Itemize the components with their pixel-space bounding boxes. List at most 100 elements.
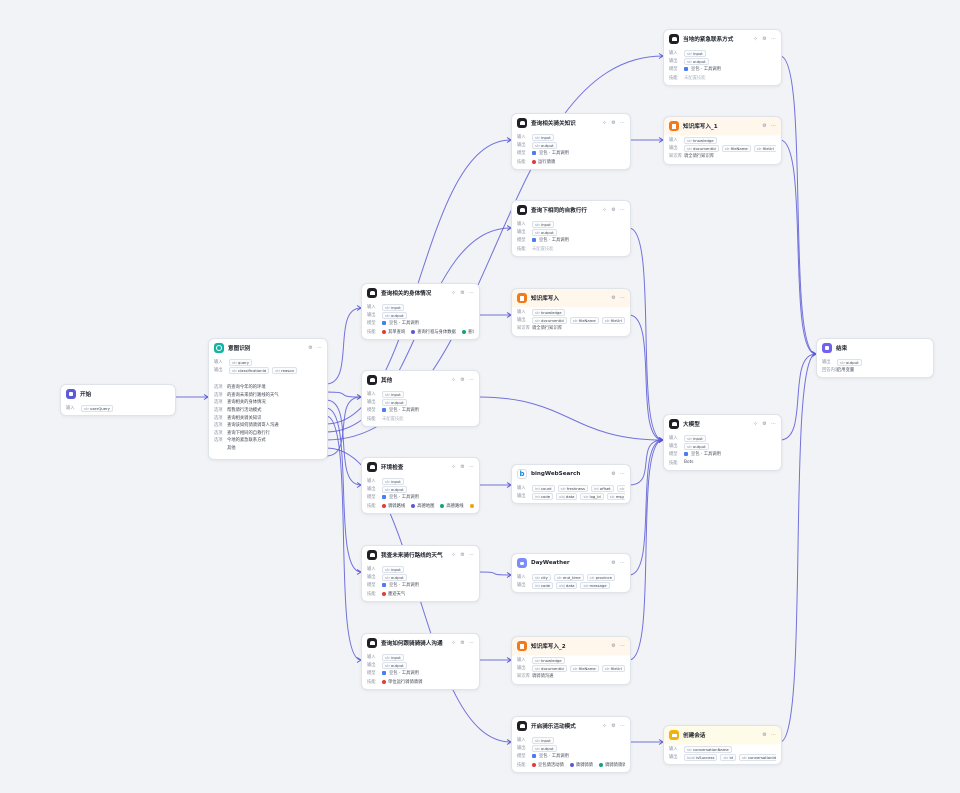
intent-option[interactable]: 选项 帮我骑行活动模式 [214, 406, 322, 414]
connection-edge[interactable] [628, 439, 664, 486]
node-activity[interactable]: 开启骑乐活动模式 ⊹ ⚙ ⋯ 输入 strinput 输出 stroutput 模型 豆包 · 工… [511, 716, 631, 773]
variable-name: freshness [566, 485, 585, 491]
settings-icon[interactable]: ⚙ [762, 732, 767, 738]
more-icon[interactable]: ⋯ [620, 723, 625, 729]
connection-edge[interactable] [779, 353, 817, 441]
settings-icon[interactable]: ⚙ [460, 464, 465, 470]
more-icon[interactable]: ⋯ [469, 464, 474, 470]
more-icon[interactable]: ⋯ [771, 123, 776, 129]
settings-icon[interactable]: ⚙ [611, 471, 616, 477]
debug-icon[interactable]: ⊹ [753, 421, 758, 427]
node-bing[interactable]: bingWebSearch⚙⋯输入intcountstrfreshnessint… [511, 464, 631, 505]
connection-edge[interactable] [779, 55, 817, 355]
node-kbw-1[interactable]: 知识库写入_1 ⚙ ⋯ 输入 strknowledge 输出 strdocumentId st… [663, 116, 782, 165]
node-env[interactable]: 环境检查 ⊹ ⚙ ⋯ 输入 strinput 输出 stroutput 模型 豆包 · 工具调用技… [361, 457, 480, 514]
node-body: 输入 strconversationName 输出 boolisSuccess stri… [664, 744, 781, 764]
more-icon[interactable]: ⋯ [317, 345, 322, 351]
intent-option[interactable]: 其他 [214, 444, 322, 452]
variable-type: str [535, 657, 541, 663]
node-comm[interactable]: 查询如何跟骑骑骑人沟通 ⊹ ⚙ ⋯ 输入 strinput 输出 stroutput 模型 豆包 … [361, 633, 480, 690]
debug-icon[interactable]: ⊹ [602, 120, 607, 126]
debug-icon[interactable]: ⊹ [451, 640, 456, 646]
settings-icon[interactable]: ⚙ [460, 290, 465, 296]
variable-chip: strfileName [569, 316, 599, 324]
node-start[interactable]: 开始 输入 struserQuery [60, 384, 176, 417]
intent-option[interactable]: 选项 查询相关的身体情况 [214, 399, 322, 407]
connection-edge[interactable] [628, 314, 664, 441]
settings-icon[interactable]: ⚙ [611, 723, 616, 729]
intent-option[interactable]: 选项 查询该如何骑骑骑哥人沟通 [214, 421, 322, 429]
settings-icon[interactable]: ⚙ [762, 36, 767, 42]
connection-edge[interactable] [477, 571, 512, 576]
node-end[interactable]: 结束 输出 stroutput 回答内容 启用变量 [816, 338, 934, 379]
debug-icon[interactable]: ⊹ [451, 552, 456, 558]
settings-icon[interactable]: ⚙ [611, 560, 616, 566]
more-icon[interactable]: ⋯ [620, 471, 625, 477]
more-icon[interactable]: ⋯ [620, 560, 625, 566]
debug-icon[interactable]: ⊹ [602, 723, 607, 729]
connection-edge[interactable] [779, 139, 817, 355]
node-kbw-2[interactable]: 知识库写入_2 ⚙ ⋯ 输入 strknowledge 输出 strdocumentId st… [511, 636, 631, 685]
more-icon[interactable]: ⋯ [620, 295, 625, 301]
settings-icon[interactable]: ⚙ [762, 421, 767, 427]
node-emergency[interactable]: 当地的紧急联系方式 ⊹ ⚙ ⋯ 输入 strinput 输出 stroutput 模型 豆包 · … [663, 29, 782, 86]
more-icon[interactable]: ⋯ [620, 207, 625, 213]
variable-type: str [583, 582, 589, 588]
debug-icon[interactable]: ⊹ [451, 464, 456, 470]
node-kbw-mid[interactable]: 知识库写入 ⚙ ⋯ 输入 strknowledge 输出 strdocumentId strf… [511, 288, 631, 337]
debug-icon[interactable]: ⊹ [451, 377, 456, 383]
settings-icon[interactable]: ⚙ [460, 377, 465, 383]
node-dayweather[interactable]: DayWeather ⚙ ⋯ 输入 strcity strend_time strprovi… [511, 553, 631, 594]
debug-icon[interactable]: ⊹ [451, 290, 456, 296]
more-icon[interactable]: ⋯ [620, 120, 625, 126]
workflow-canvas[interactable]: 开始 输入 struserQuery 意图识别 ⚙ ⋯ 输入 strquery 输出 strcla… [0, 0, 960, 793]
connection-edge[interactable] [325, 415, 362, 661]
node-intent[interactable]: 意图识别 ⚙ ⋯ 输入 strquery 输出 strclassificationId str… [208, 338, 328, 460]
connection-edge[interactable] [477, 396, 664, 441]
node-rescue[interactable]: 查询下相同的自救行行 ⊹ ⚙ ⋯ 输入 strinput 输出 stroutput 模型 豆包 ·… [511, 200, 631, 257]
intent-option[interactable]: 选项 的查询今年的的环境 [214, 383, 322, 391]
connection-edge[interactable] [325, 399, 362, 486]
variable-chip: stroutput [382, 311, 407, 319]
intent-option[interactable]: 选项 查询相关骑关知识 [214, 414, 322, 422]
settings-icon[interactable]: ⚙ [460, 552, 465, 558]
settings-icon[interactable]: ⚙ [611, 295, 616, 301]
settings-icon[interactable]: ⚙ [611, 120, 616, 126]
connection-edge[interactable] [628, 439, 664, 576]
node-body: 输入 strknowledge 输出 strdocumentId strfileName… [512, 655, 630, 684]
settings-icon[interactable]: ⚙ [308, 345, 313, 351]
connection-edge[interactable] [325, 307, 362, 385]
connection-edge[interactable] [325, 391, 362, 398]
intent-option[interactable]: 选项 今地的紧急联系方式 [214, 437, 322, 445]
node-weather-q[interactable]: 我查未来骑行路线的天气 ⊹ ⚙ ⋯ 输入 strinput 输出 stroutput 模型 豆包 … [361, 545, 480, 602]
node-body-status[interactable]: 查询相关的身体情况 ⊹ ⚙ ⋯ 输入 strinput 输出 stroutput 模型 豆包 · … [361, 283, 480, 340]
more-icon[interactable]: ⋯ [469, 640, 474, 646]
debug-icon[interactable]: ⊹ [753, 36, 758, 42]
more-icon[interactable]: ⋯ [620, 643, 625, 649]
param-label: 输入 [367, 305, 376, 311]
more-icon[interactable]: ⋯ [469, 377, 474, 383]
more-icon[interactable]: ⋯ [469, 290, 474, 296]
settings-icon[interactable]: ⚙ [611, 207, 616, 213]
node-var[interactable]: 创建会话 ⚙ ⋯ 输入 strconversationName 输出 boolisSucce… [663, 725, 782, 766]
node-header: 当地的紧急联系方式 ⊹ ⚙ ⋯ [664, 30, 781, 48]
intent-option[interactable]: 选项 的查询未来骑行路线的天气 [214, 391, 322, 399]
connection-edge[interactable] [325, 407, 362, 573]
settings-icon[interactable]: ⚙ [611, 643, 616, 649]
settings-icon[interactable]: ⚙ [460, 640, 465, 646]
more-icon[interactable]: ⋯ [771, 421, 776, 427]
connection-edge[interactable] [628, 439, 664, 661]
debug-icon[interactable]: ⊹ [602, 207, 607, 213]
node-llm[interactable]: 大模型 ⊹ ⚙ ⋯ 输入 strinput 输出 stroutput 模型 豆包 · 工具调用 技能… [663, 414, 782, 471]
connection-edge[interactable] [325, 396, 362, 457]
sky-plugin-icon [517, 558, 527, 568]
more-icon[interactable]: ⋯ [771, 732, 776, 738]
settings-icon[interactable]: ⚙ [762, 123, 767, 129]
node-other[interactable]: 其他 ⊹ ⚙ ⋯ 输入 strinput 输出 stroutput 模型 豆包 · 工具调用 技能未… [361, 370, 480, 427]
connection-edge[interactable] [779, 353, 817, 743]
more-icon[interactable]: ⋯ [469, 552, 474, 558]
intent-option[interactable]: 选项 查询下相同的自救行行 [214, 429, 322, 437]
more-icon[interactable]: ⋯ [771, 36, 776, 42]
connection-edge[interactable] [628, 227, 664, 441]
node-knowledge[interactable]: 查询相关骑关知识 ⊹ ⚙ ⋯ 输入 strinput 输出 stroutput 模型 豆包 · 工… [511, 113, 631, 170]
